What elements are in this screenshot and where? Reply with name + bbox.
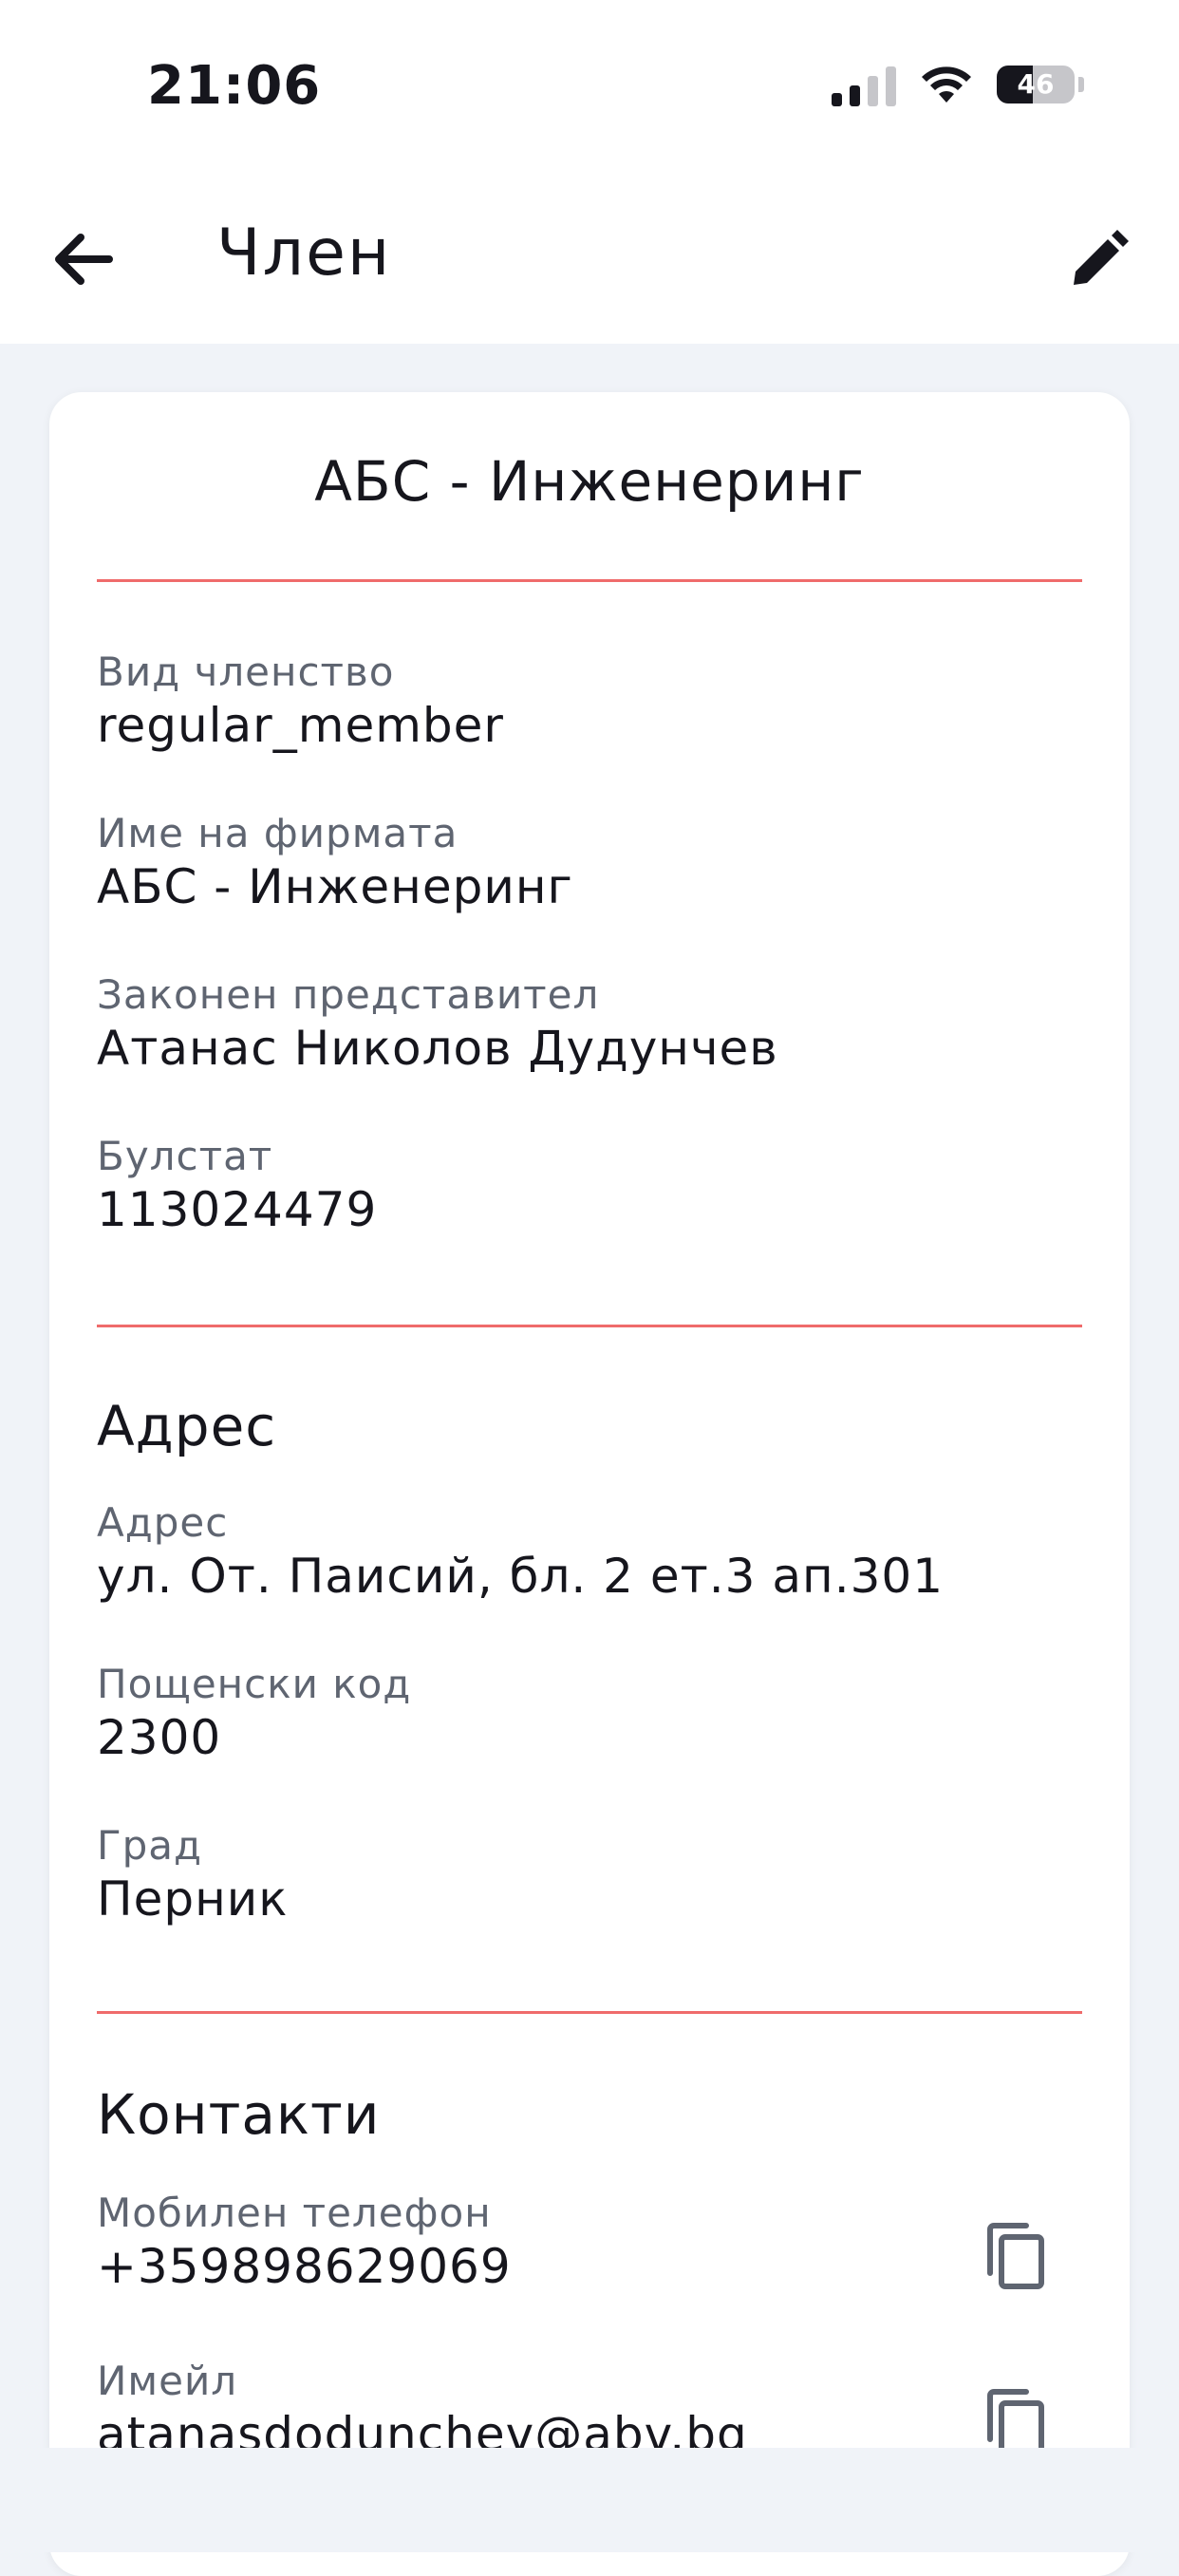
edit-button[interactable] (1054, 214, 1145, 305)
membership-field: Вид членство regular_member (97, 649, 504, 755)
status-icons: 46 (832, 63, 1084, 106)
copy-icon (987, 2223, 1044, 2289)
divider (97, 2011, 1082, 2014)
phone-value: +359898629069 (97, 2239, 512, 2294)
address-value: ул. От. Паисий, бл. 2 ет.3 ап.301 (97, 1549, 945, 1604)
copy-phone-button[interactable] (970, 2210, 1061, 2302)
postal-code-field: Пощенски код 2300 (97, 1661, 411, 1767)
card-title: АБС - Инженеринг (314, 449, 865, 514)
contacts-section-title: Контакти (97, 2082, 381, 2147)
bottom-safe-area (0, 2448, 1179, 2552)
email-label: Имейл (97, 2358, 238, 2404)
bulstat-label: Булстат (97, 1133, 273, 1179)
city-label: Град (97, 1822, 203, 1869)
phone-field: Мобилен телефон +359898629069 (97, 2190, 512, 2296)
bulstat-field: Булстат 113024479 (97, 1133, 377, 1239)
postal-code-label: Пощенски код (97, 1661, 412, 1707)
back-button[interactable] (38, 214, 129, 305)
address-field: Адрес ул. От. Паисий, бл. 2 ет.3 ап.301 (97, 1499, 944, 1606)
divider (97, 1325, 1082, 1327)
representative-field: Законен представител Атанас Николов Дуду… (97, 971, 778, 1078)
cellular-signal-icon (832, 63, 896, 106)
postal-code-value: 2300 (97, 1710, 222, 1765)
city-field: Град Перник (97, 1822, 288, 1928)
city-value: Перник (97, 1871, 289, 1927)
status-bar: 21:06 46 (0, 0, 1179, 176)
company-value: АБС - Инженеринг (97, 859, 573, 914)
company-label: Име на фирмата (97, 810, 458, 856)
representative-label: Законен представител (97, 971, 600, 1018)
arrow-left-icon (55, 234, 113, 285)
company-field: Име на фирмата АБС - Инженеринг (97, 810, 573, 916)
member-card: АБС - Инженеринг Вид членство regular_me… (49, 392, 1130, 2576)
battery-icon: 46 (997, 66, 1075, 103)
app-bar: Член (0, 176, 1179, 344)
representative-value: Атанас Николов Дудунчев (97, 1021, 778, 1076)
address-label: Адрес (97, 1499, 229, 1546)
membership-value: regular_member (97, 698, 504, 753)
divider (97, 579, 1082, 582)
status-time: 21:06 (147, 55, 322, 117)
address-section-title: Адрес (97, 1394, 277, 1458)
battery-level: 46 (1017, 68, 1055, 100)
membership-label: Вид членство (97, 649, 395, 695)
wifi-icon (922, 66, 971, 103)
phone-label: Мобилен телефон (97, 2190, 492, 2236)
bulstat-value: 113024479 (97, 1182, 378, 1237)
pencil-icon (1074, 230, 1129, 285)
page-title: Член (216, 216, 392, 291)
